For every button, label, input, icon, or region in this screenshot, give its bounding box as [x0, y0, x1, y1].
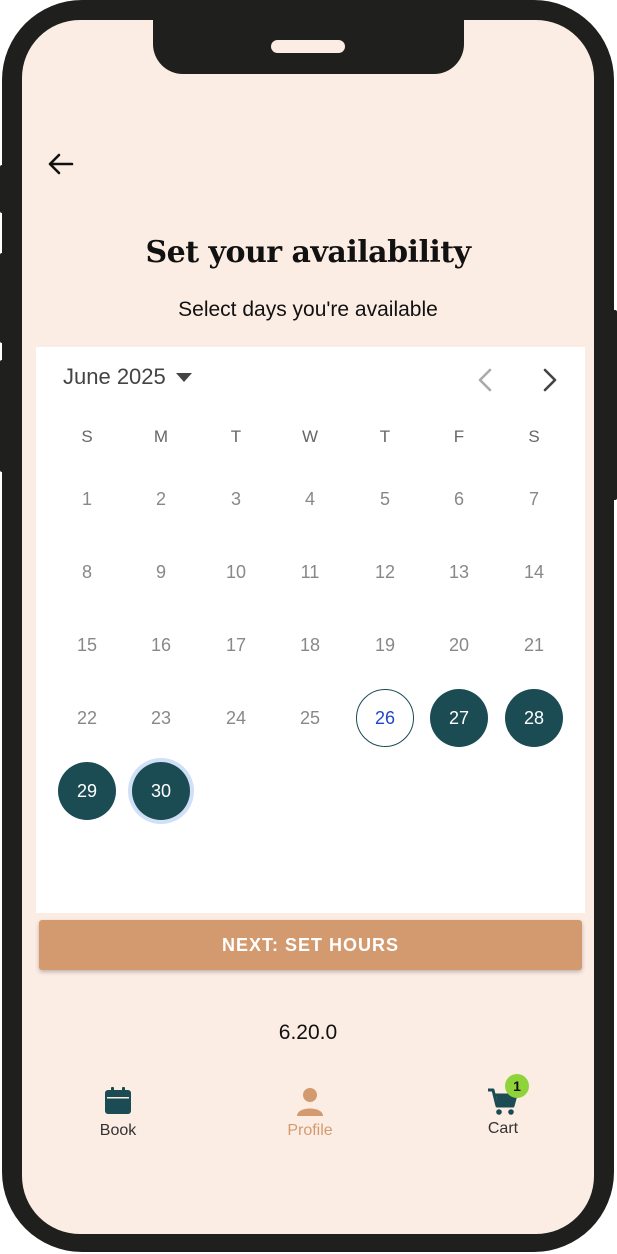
- day-cell[interactable]: 7: [505, 470, 563, 528]
- day-cell[interactable]: 3: [207, 470, 265, 528]
- nav-label-book: Book: [99, 1122, 137, 1139]
- page-title: Set your availability: [145, 235, 471, 270]
- month-label: June 2025: [63, 364, 166, 389]
- day-cell[interactable]: 18: [281, 616, 339, 674]
- nav-label-cart: Cart: [487, 1120, 519, 1137]
- day-cell[interactable]: 11: [281, 543, 339, 601]
- chevron-left-icon: [478, 368, 492, 392]
- nav-label-profile: Profile: [287, 1122, 333, 1139]
- arrow-left-icon: [48, 153, 74, 175]
- page-subtitle: Select days you're available: [178, 298, 438, 321]
- calendar-icon: [105, 1087, 131, 1114]
- day-cell[interactable]: 24: [207, 689, 265, 747]
- month-year-selector[interactable]: June 2025: [63, 364, 192, 390]
- nav-item-profile[interactable]: Profile: [255, 1084, 365, 1140]
- app-version: 6.20.0: [278, 1021, 338, 1044]
- weekday-label: M: [153, 427, 169, 446]
- caret-down-icon: [175, 372, 192, 382]
- notch: [153, 20, 464, 74]
- weekday-header-row: SMTWTFS: [36, 427, 585, 451]
- day-cell[interactable]: 23: [132, 689, 190, 747]
- day-cell[interactable]: 6: [430, 470, 488, 528]
- day-cell[interactable]: 9: [132, 543, 190, 601]
- day-cell[interactable]: 30: [132, 762, 190, 820]
- person-icon: [297, 1088, 323, 1116]
- weekday-label: S: [81, 427, 93, 446]
- nav-item-cart[interactable]: 1 Cart: [448, 1074, 558, 1138]
- weekday-label: S: [528, 427, 540, 446]
- day-cell[interactable]: 17: [207, 616, 265, 674]
- power-button: [611, 310, 617, 500]
- day-cell[interactable]: 2: [132, 470, 190, 528]
- cart-count-badge: 1: [505, 1074, 529, 1098]
- mute-switch: [0, 165, 6, 213]
- volume-up-button: [0, 253, 6, 343]
- bottom-navigation: Book Profile 1 Cart: [22, 1070, 594, 1160]
- next-set-hours-button[interactable]: NEXT: SET HOURS: [39, 920, 582, 970]
- day-cell[interactable]: 21: [505, 616, 563, 674]
- day-cell[interactable]: 10: [207, 543, 265, 601]
- day-cell[interactable]: 22: [58, 689, 116, 747]
- day-cell[interactable]: 1: [58, 470, 116, 528]
- next-month-button[interactable]: [533, 363, 567, 397]
- previous-month-button[interactable]: [468, 363, 502, 397]
- day-cell[interactable]: 19: [356, 616, 414, 674]
- weekday-label: T: [379, 427, 391, 446]
- day-cell[interactable]: 27: [430, 689, 488, 747]
- date-picker-calendar: June 2025 SMTWTFS 1 2 3 4 5 6 7 8 9 10 11 12 13 14 15 1…: [36, 347, 585, 913]
- nav-item-book[interactable]: Book: [63, 1084, 173, 1140]
- day-cell[interactable]: 12: [356, 543, 414, 601]
- day-cell[interactable]: 15: [58, 616, 116, 674]
- back-button[interactable]: [42, 146, 78, 182]
- day-cell[interactable]: 20: [430, 616, 488, 674]
- day-cell[interactable]: 4: [281, 470, 339, 528]
- day-cell[interactable]: 29: [58, 762, 116, 820]
- day-cell[interactable]: 28: [505, 689, 563, 747]
- chevron-right-icon: [543, 368, 557, 392]
- weekday-label: T: [230, 427, 242, 446]
- day-cell[interactable]: 14: [505, 543, 563, 601]
- app-screen: Set your availability Select days you're…: [22, 20, 594, 1234]
- weekday-label: W: [301, 427, 319, 446]
- volume-down-button: [0, 360, 6, 472]
- day-cell[interactable]: 13: [430, 543, 488, 601]
- day-cell[interactable]: 16: [132, 616, 190, 674]
- day-cell[interactable]: 26: [356, 689, 414, 747]
- weekday-label: F: [453, 427, 465, 446]
- day-cell[interactable]: 5: [356, 470, 414, 528]
- speaker-grille: [271, 40, 345, 53]
- day-cell[interactable]: 25: [281, 689, 339, 747]
- day-cell[interactable]: 8: [58, 543, 116, 601]
